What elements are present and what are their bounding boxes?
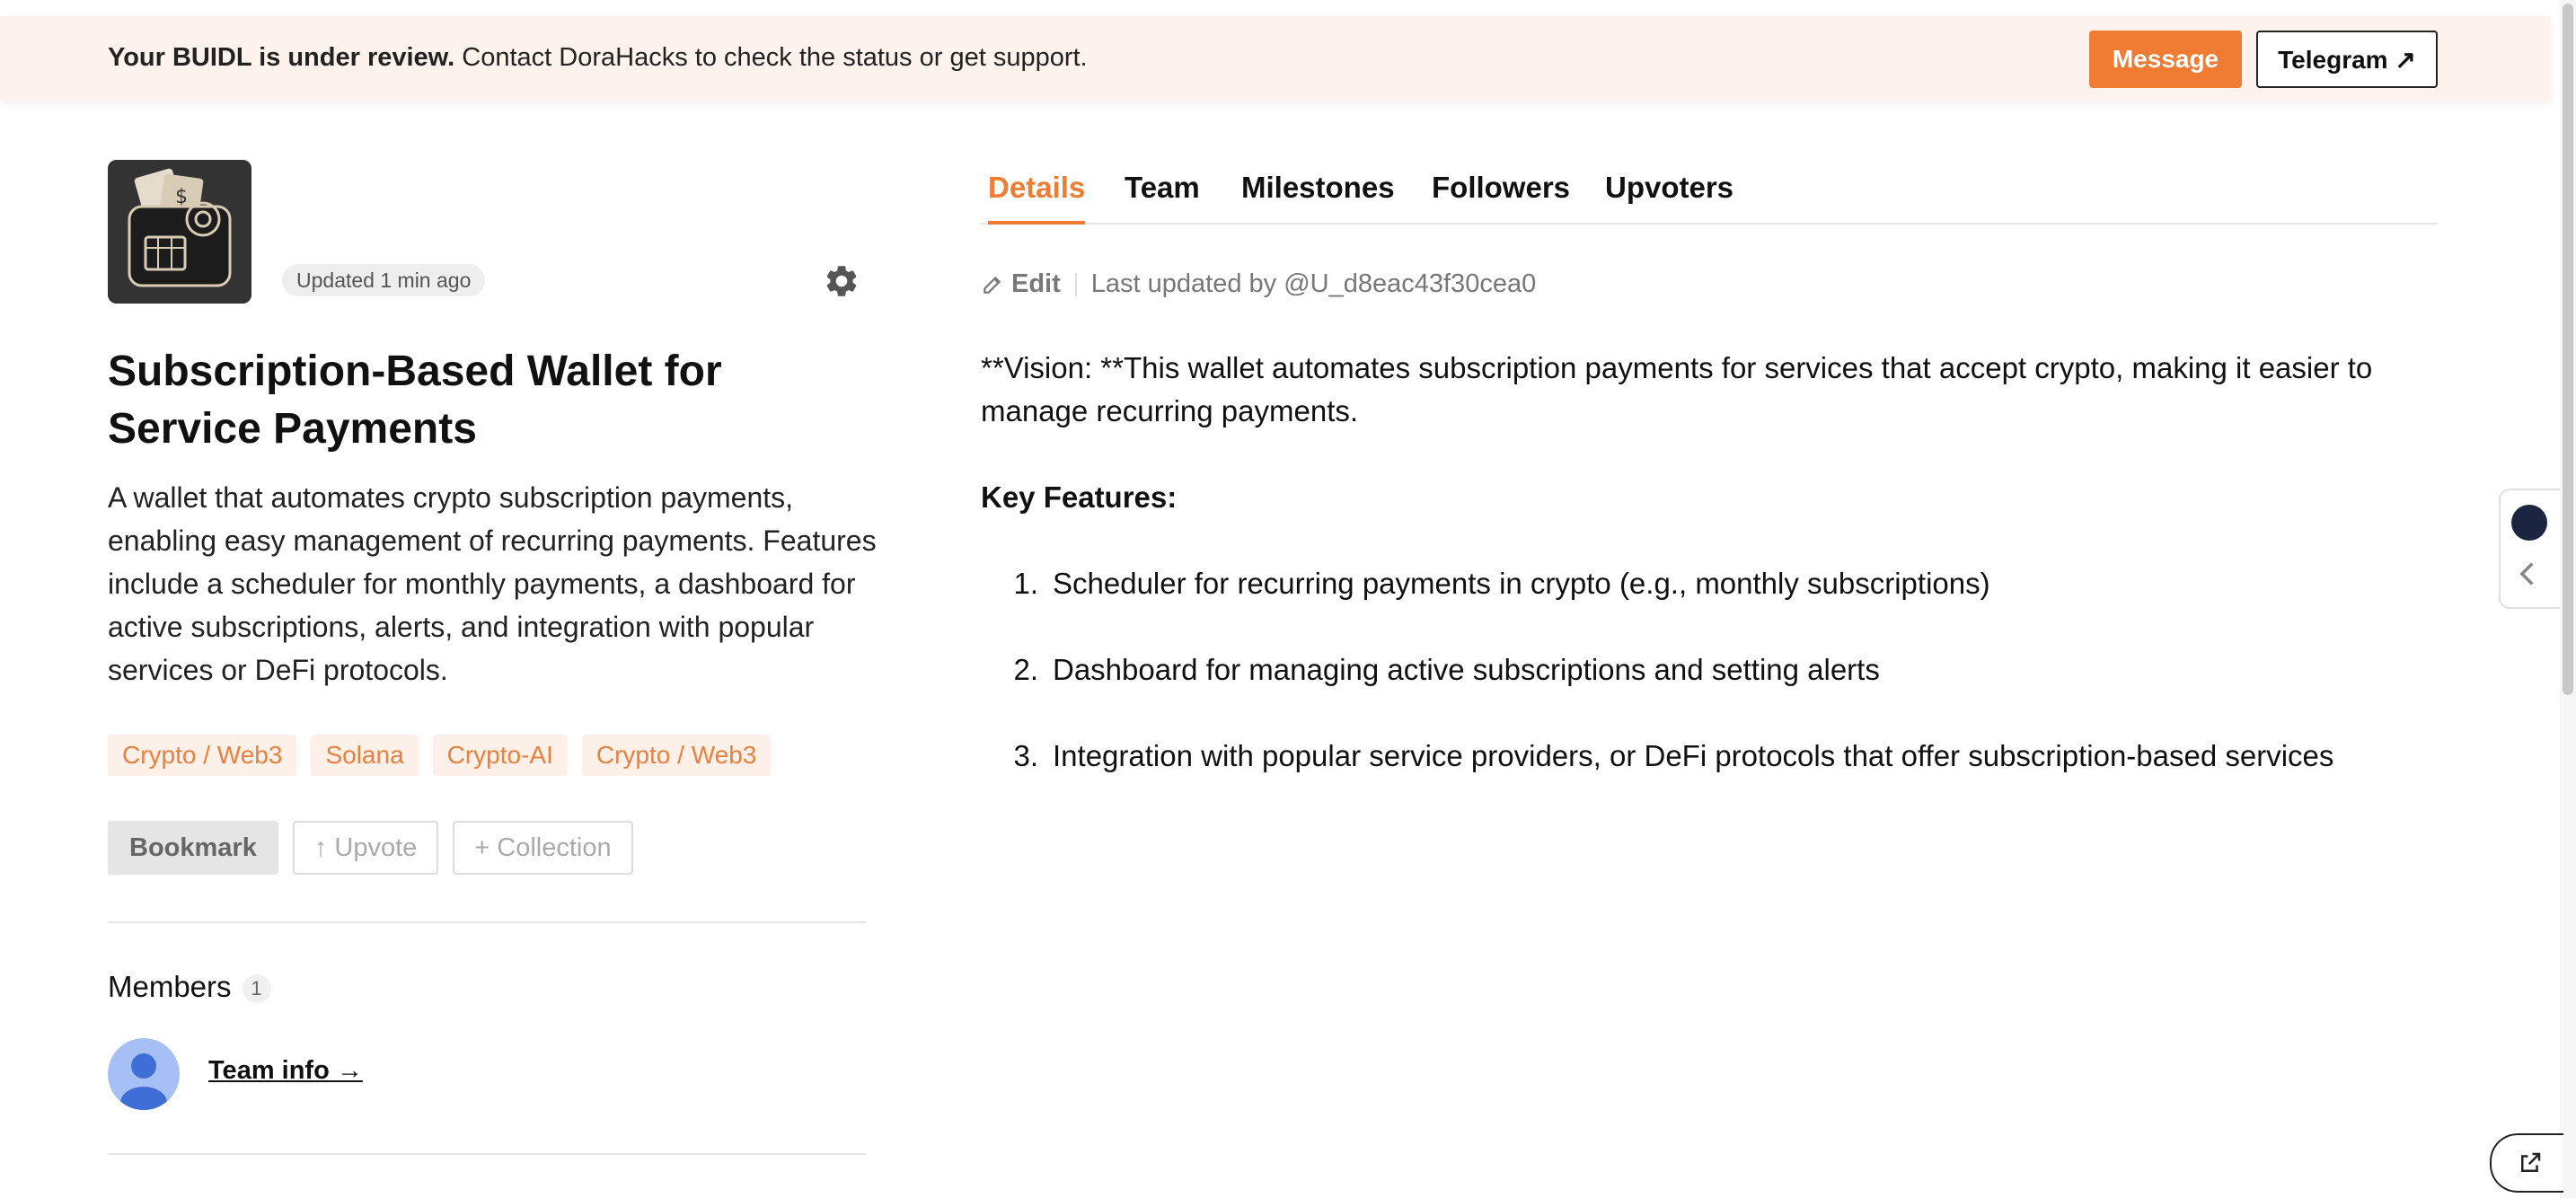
divider [108, 1153, 866, 1155]
scrollbar-thumb[interactable] [2563, 4, 2573, 695]
tag-list: Crypto / Web3 Solana Crypto-AI Crypto / … [108, 735, 772, 776]
tab-followers[interactable]: Followers [1432, 171, 1570, 221]
telegram-button[interactable]: Telegram ↗ [2256, 31, 2438, 88]
team-info-link[interactable]: Team info → [208, 1056, 363, 1086]
tag[interactable]: Crypto / Web3 [581, 735, 772, 776]
avatar [108, 1038, 180, 1110]
tab-team[interactable]: Team [1125, 171, 1200, 221]
project-title: Subscription-Based Wallet for Service Pa… [108, 348, 722, 453]
add-collection-button[interactable]: + Collection [453, 821, 633, 875]
bookmark-button[interactable]: Bookmark [108, 821, 278, 875]
svg-text:$: $ [175, 186, 188, 208]
tab-upvoters[interactable]: Upvoters [1605, 171, 1734, 221]
members-count: 1 [242, 974, 271, 1004]
members-heading: Members 1 [108, 970, 271, 1004]
message-button[interactable]: Message [2089, 31, 2242, 88]
last-updated-text: Last updated by @U_d8eac43f30cea0 [1090, 269, 1537, 298]
list-number: 3. [1013, 739, 1038, 772]
chevron-left-icon[interactable] [2513, 559, 2544, 589]
gear-icon[interactable] [823, 262, 860, 300]
separator [1074, 272, 1077, 296]
list-item: 3. Integration with popular service prov… [981, 735, 2436, 778]
banner-text: Contact DoraHacks to check the status or… [454, 43, 1088, 72]
review-banner: Your BUIDL is under review. Contact Dora… [0, 16, 2551, 101]
edit-row: Edit Last updated by @U_d8eac43f30cea0 [981, 269, 1536, 299]
tab-milestones[interactable]: Milestones [1241, 171, 1395, 221]
pencil-icon[interactable] [981, 273, 1004, 296]
updated-badge: Updated 1 min ago [282, 264, 486, 296]
project-logo: $ [108, 160, 251, 304]
list-text: Dashboard for managing active subscripti… [1053, 653, 1880, 686]
project-description: A wallet that automates crypto subscript… [108, 481, 877, 686]
tag[interactable]: Solana [311, 735, 419, 776]
user-avatar-icon [120, 1053, 167, 1110]
tab-details[interactable]: Details [988, 171, 1086, 225]
share-button[interactable] [2490, 1133, 2563, 1193]
list-number: 2. [1013, 653, 1038, 686]
tag[interactable]: Crypto / Web3 [108, 735, 297, 776]
project-actions: Bookmark ↑ Upvote + Collection [108, 821, 633, 875]
list-item: 1. Scheduler for recurring payments in c… [981, 562, 2436, 605]
members-title: Members [108, 970, 232, 1003]
scrollbar[interactable] [2560, 0, 2576, 1198]
list-number: 1. [1013, 567, 1038, 600]
list-text: Scheduler for recurring payments in cryp… [1053, 567, 1990, 600]
feature-list: 1. Scheduler for recurring payments in c… [981, 562, 2436, 778]
key-features-heading: Key Features: [981, 480, 1178, 514]
details-content: **Vision: **This wallet automates subscr… [981, 347, 2436, 821]
vision-paragraph: **Vision: **This wallet automates subscr… [981, 351, 2373, 427]
upvote-button[interactable]: ↑ Upvote [292, 821, 439, 875]
list-text: Integration with popular service provide… [1053, 739, 2334, 772]
banner-bold-text: Your BUIDL is under review. [108, 43, 455, 72]
share-icon [2521, 1152, 2541, 1172]
assistant-icon[interactable] [2511, 505, 2547, 541]
edit-button[interactable]: Edit [1011, 269, 1061, 299]
side-panel-toggle[interactable] [2499, 489, 2560, 609]
list-item: 2. Dashboard for managing active subscri… [981, 648, 2436, 691]
divider [108, 921, 866, 923]
tab-bar: Details Team Milestones Followers Upvote… [981, 171, 2438, 225]
tag[interactable]: Crypto-AI [432, 735, 568, 776]
banner-message: Your BUIDL is under review. Contact Dora… [108, 43, 1088, 73]
